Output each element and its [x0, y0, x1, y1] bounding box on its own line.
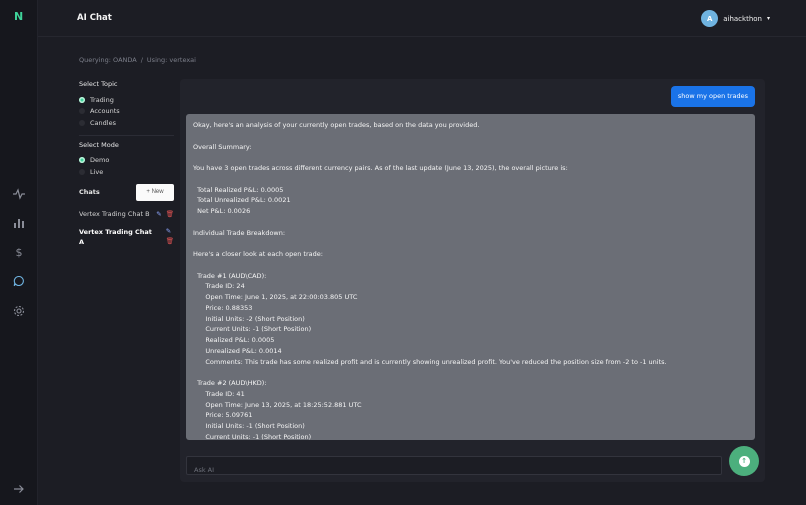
- ai-response-line: Overall Summary:: [193, 142, 252, 151]
- ai-response-line: Total Realized P&L: 0.0005: [193, 185, 284, 194]
- new-chat-button[interactable]: + New: [136, 183, 174, 201]
- ai-response-line: Net P&L: 0.0026: [193, 207, 251, 215]
- ai-response-line: Open Time: June 13, 2025, at 18:25:52.88…: [193, 400, 362, 409]
- edit-icon[interactable]: ✎: [156, 210, 161, 218]
- mode-heading: Select Mode: [79, 140, 119, 149]
- mode-option-label: Demo: [90, 156, 110, 165]
- svg-text:$: $: [16, 246, 23, 258]
- ai-response-line: Trade #2 (AUD\HKD):: [193, 379, 267, 387]
- ai-response-line: Current Units: -1 (Short Position): [193, 325, 312, 334]
- radio-selected-icon: [79, 157, 85, 164]
- ai-response-line: Current Units: -1 (Short Position): [193, 432, 312, 440]
- ask-ai-input[interactable]: [187, 461, 721, 479]
- activity-icon[interactable]: [11, 186, 27, 202]
- ai-response-line: [193, 131, 748, 142]
- breadcrumb: Querying: OANDA / Using: vertexai: [79, 56, 196, 64]
- ai-response-line: [193, 260, 748, 271]
- ai-response-line: Unrealized P&L: 0.0014: [193, 346, 282, 355]
- mode-option-demo[interactable]: Demo: [79, 155, 174, 167]
- settings-icon[interactable]: [11, 303, 27, 319]
- user-menu[interactable]: A aihackthon ▾: [701, 10, 770, 27]
- chat-item-label: Vertex Trading Chat B: [79, 209, 150, 218]
- divider: [79, 134, 174, 136]
- ai-response-line: Trade #1 (AUD\CAD):: [193, 271, 267, 280]
- bar-chart-icon[interactable]: [11, 215, 27, 231]
- chat-item-label: Vertex Trading Chat A: [79, 227, 152, 246]
- breadcrumb-separator: /: [140, 56, 143, 64]
- topic-option-label: Candles: [90, 118, 116, 127]
- mode-option-live[interactable]: Live: [79, 166, 174, 178]
- ai-response-line: Price: 0.88353: [193, 303, 253, 312]
- topic-option-accounts[interactable]: Accounts: [79, 106, 174, 118]
- breadcrumb-querying: Querying: OANDA: [79, 56, 137, 64]
- ai-response-line: Here's a closer look at each open trade:: [193, 250, 323, 258]
- chevron-down-icon: ▾: [766, 15, 770, 22]
- send-button[interactable]: ↑: [729, 446, 759, 476]
- ai-response-line: [193, 217, 748, 228]
- chat-item-active[interactable]: Vertex Trading Chat A ✎ 🗑: [79, 227, 174, 247]
- edit-icon[interactable]: ✎: [166, 227, 174, 235]
- topic-option-candles[interactable]: Candles: [79, 117, 174, 129]
- radio-selected-icon: [79, 96, 85, 103]
- mode-option-label: Live: [90, 167, 104, 176]
- ai-response-line: Total Unrealized P&L: 0.0021: [193, 196, 291, 205]
- radio-icon: [79, 108, 85, 115]
- expand-arrow-icon[interactable]: [11, 481, 27, 497]
- send-arrow-icon: ↑: [738, 455, 750, 467]
- ai-response-line: Open Time: June 1, 2025, at 22:00:03.805…: [193, 293, 358, 301]
- topic-heading: Select Topic: [79, 80, 118, 88]
- chat-item[interactable]: Vertex Trading Chat B ✎ 🗑: [79, 210, 174, 218]
- ai-response-line: Initial Units: -1 (Short Position): [193, 422, 305, 430]
- username: aihackthon: [723, 14, 762, 23]
- ai-response-line: Trade ID: 41: [193, 389, 245, 398]
- radio-icon: [79, 168, 85, 175]
- ask-input-wrapper: [186, 456, 722, 479]
- nav-rail: N $: [0, 0, 38, 505]
- topic-option-label: Trading: [90, 95, 114, 104]
- ai-response-line: [193, 367, 748, 378]
- avatar: A: [701, 10, 719, 27]
- chat-panel: show my open trades Okay, here's an anal…: [180, 79, 765, 482]
- topic-option-label: Accounts: [90, 107, 120, 116]
- ai-response-line: Individual Trade Breakdown:: [193, 228, 286, 237]
- ai-response-line: [193, 174, 748, 185]
- ai-response-line: Okay, here's an analysis of your current…: [193, 121, 480, 129]
- ai-response-line: Realized P&L: 0.0005: [193, 336, 275, 344]
- topic-option-trading[interactable]: Trading: [79, 94, 174, 106]
- settings-sidebar: Select Topic Trading Accounts Candles Se…: [79, 80, 174, 247]
- page-title: AI Chat: [77, 13, 112, 23]
- app-logo: N: [14, 10, 24, 23]
- chat-icon[interactable]: [11, 273, 27, 289]
- top-header: AI Chat A aihackthon ▾: [38, 0, 806, 37]
- breadcrumb-using: Using: vertexai: [146, 56, 196, 64]
- ai-response-line: [193, 152, 748, 163]
- ai-response: Okay, here's an analysis of your current…: [186, 114, 755, 440]
- ai-response-line: Comments: This trade has some realized p…: [193, 357, 667, 366]
- trash-icon[interactable]: 🗑: [166, 210, 174, 218]
- radio-icon: [79, 119, 85, 126]
- ai-response-line: Initial Units: -2 (Short Position): [193, 314, 305, 323]
- trash-icon[interactable]: 🗑: [166, 237, 174, 245]
- ai-response-line: Trade ID: 24: [193, 282, 245, 291]
- chats-heading: Chats: [79, 188, 100, 196]
- ai-response-line: You have 3 open trades across different …: [193, 164, 568, 172]
- ai-response-line: Price: 5.09761: [193, 411, 253, 420]
- user-message-bubble: show my open trades: [670, 86, 755, 107]
- dollar-icon[interactable]: $: [11, 244, 27, 260]
- ai-response-line: [193, 238, 748, 249]
